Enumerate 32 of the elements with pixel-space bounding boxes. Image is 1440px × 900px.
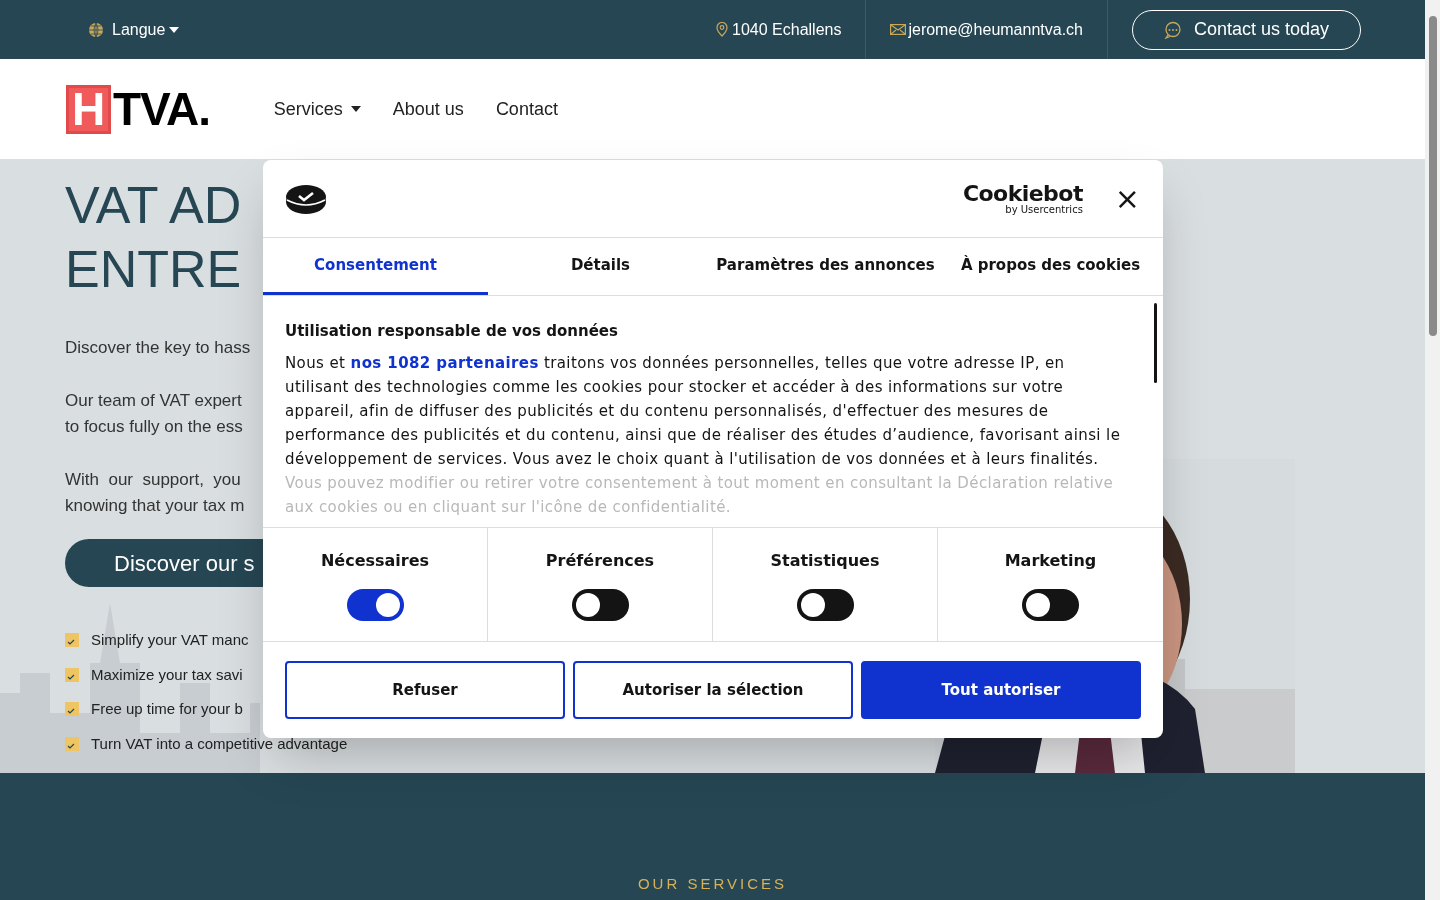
cookiebot-logo: Cookiebot by Usercentrics [962,182,1083,215]
dialog-button[interactable]: Tout autoriser [861,661,1141,719]
dialog-tab[interactable]: À propos des cookies [938,238,1163,295]
language-dropdown[interactable]: Langue [112,17,180,42]
partners-link[interactable]: nos 1082 partenaires [350,353,539,372]
feature-text: Maximize your tax savi [91,664,243,685]
toggle-label: Préférences [545,549,655,572]
email-link[interactable]: jerome@heumanntva.ch [908,17,1083,42]
consent-text: Nous et nos 1082 partenaires traitons vos données personnelles, telles que votre adresse IP, en utilisant des technologies comme les cookies pour stocker et accéder à des informations sur votre appareil, afin de diffuser des publicités et du contenu personnalisés, d'effectuer des mesures de performance des publicités et du contenu, ainsi que de réaliser des études d’audience, favorisant ainsi le développement de services. Vous avez le choix quant à l'utilisation de vos données et à leurs finalités. [285,352,1122,470]
location-text: 1040 Echallens [732,19,842,40]
dialog-tab[interactable]: Consentement [263,238,488,295]
feature-text: Turn VAT into a competitive advantage [91,733,348,754]
site-logo[interactable]: H TVA. [66,84,210,134]
hero-paragraph: Discover the key to hass [65,337,251,359]
faded-consent-text: Vous pouvez modifier ou retirer votre consentement à tout moment en consultant la Déclaration relative aux cookies ou en cliquant sur l'icône de confidentialité. [285,472,1115,518]
section-eyebrow: OUR SERVICES [637,874,788,894]
hero-paragraph: Our team of VAT expert to focus fully on the ess [65,390,243,438]
feature-text: Free up time for your b [91,699,243,719]
dialog-tab[interactable]: Détails [488,238,713,295]
nav-link[interactable]: Contact [495,95,558,123]
toggle-label: Statistiques [770,549,880,572]
hero-title: VAT AD ENTRE [65,175,242,300]
close-button[interactable]: × [1114,183,1140,214]
hero-paragraph: With our support, you knowing that your tax m [65,469,245,517]
dialog-tab[interactable]: Paramètres des annonces [713,238,938,295]
nav-link[interactable]: Services [273,95,361,123]
dialog-heading: Utilisation responsable de vos données [285,321,619,342]
toggle-label: Marketing [1004,549,1097,572]
dialog-button[interactable]: Refuser [285,661,565,719]
dialog-button[interactable]: Autoriser la sélection [573,661,853,719]
feature-text: Simplify your VAT manc [91,630,249,650]
nav-link[interactable]: About us [392,95,464,123]
